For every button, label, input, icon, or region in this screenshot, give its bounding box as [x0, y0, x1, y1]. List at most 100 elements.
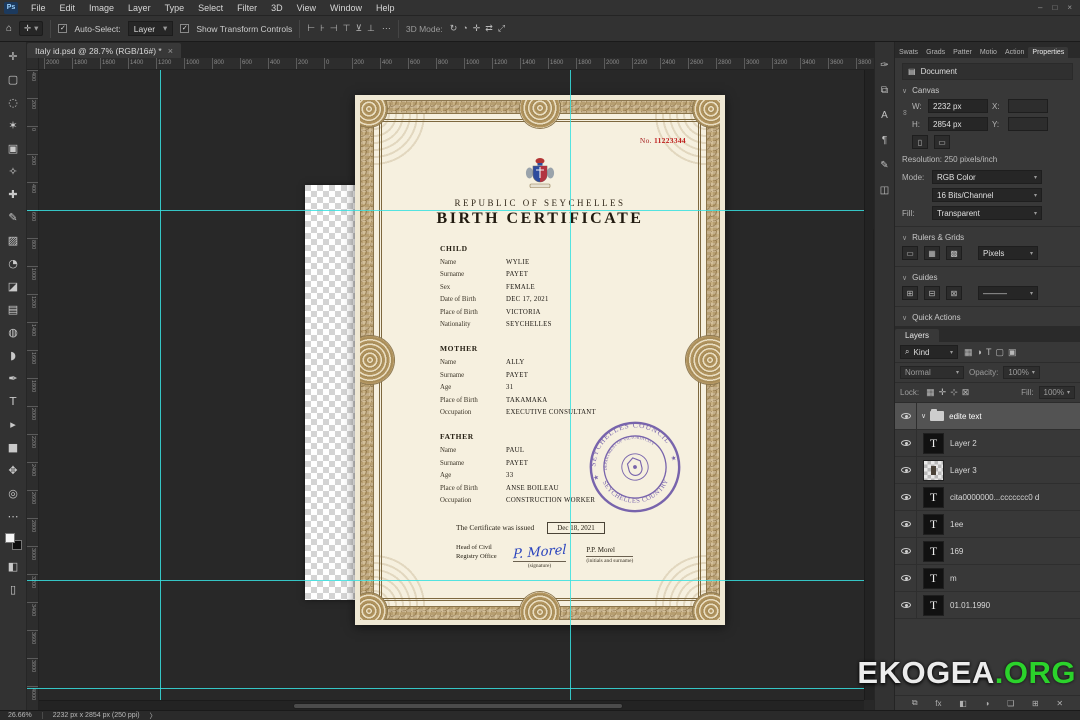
layer-visibility-toggle[interactable]	[895, 565, 917, 591]
quick-selection-tool[interactable]: ✶	[1, 114, 25, 137]
add-guide-icon[interactable]: ⊞	[902, 286, 918, 300]
height-field[interactable]: 2854 px	[928, 117, 988, 131]
more-tools[interactable]: ⋯	[1, 505, 25, 528]
panel-tab[interactable]: Patter	[949, 47, 976, 58]
blend-mode-dropdown[interactable]: Normal ▾	[900, 366, 964, 379]
group-expand-caret[interactable]: ∨	[921, 412, 926, 420]
shape-tool[interactable]: ■	[1, 436, 25, 459]
layer-row[interactable]: ∨ 169	[895, 538, 1080, 565]
guide-horizontal[interactable]	[27, 580, 874, 581]
window-control-button[interactable]: □	[1052, 3, 1057, 12]
pixel-filter-icon[interactable]: ▦	[964, 347, 973, 358]
healing-brush-tool[interactable]: ✚	[1, 183, 25, 206]
blur-tool[interactable]: ◍	[1, 321, 25, 344]
zoom-tool[interactable]: ◎	[1, 482, 25, 505]
3d-roll-icon[interactable]: ◔	[462, 23, 467, 34]
bit-depth-dropdown[interactable]: 16 Bits/Channel ▾	[932, 188, 1042, 202]
glyphs-panel-icon[interactable]: ✎	[880, 160, 888, 171]
type-filter-icon[interactable]: T	[986, 347, 992, 358]
layer-visibility-toggle[interactable]	[895, 592, 917, 618]
layer-row[interactable]: ∨ Layer 3	[895, 457, 1080, 484]
width-field[interactable]: 2232 px	[928, 99, 988, 113]
rulers-grids-section-header[interactable]: ∨ Rulers & Grids	[902, 233, 1073, 242]
close-icon[interactable]: ×	[168, 46, 173, 56]
menu-item[interactable]: View	[290, 0, 323, 16]
window-control-button[interactable]: ×	[1067, 3, 1072, 12]
layer-visibility-toggle[interactable]	[895, 538, 917, 564]
properties-document-header[interactable]: ▤ Document	[902, 63, 1073, 80]
shape-filter-icon[interactable]: ▢	[995, 347, 1004, 358]
link-dimensions-icon[interactable]: ∞	[900, 110, 909, 116]
lock-position-icon[interactable]: ⊹	[950, 387, 958, 398]
3d-drag-icon[interactable]: ✛	[473, 23, 481, 34]
vertical-scrollbar[interactable]	[864, 70, 874, 700]
screen-mode-button[interactable]: ▯	[1, 578, 25, 601]
dodge-tool[interactable]: ◗	[1, 344, 25, 367]
panel-tab[interactable]: Properties	[1028, 47, 1069, 58]
move-tool[interactable]: ✛	[1, 45, 25, 68]
3d-rotate-icon[interactable]: ↻	[450, 23, 458, 34]
eyedropper-tool[interactable]: ✧	[1, 160, 25, 183]
new-group-icon[interactable]: ❑	[1007, 699, 1014, 708]
zoom-level-field[interactable]: 26.66%	[8, 712, 32, 719]
align-left-icon[interactable]: ⊢	[307, 23, 315, 34]
layer-row[interactable]: ∨ cita0000000...ccccccc0 d	[895, 484, 1080, 511]
guide-vertical[interactable]	[160, 70, 161, 710]
menu-item[interactable]: File	[24, 0, 53, 16]
foreground-color-swatch[interactable]	[4, 533, 15, 543]
quick-actions-section-header[interactable]: ∨ Quick Actions	[902, 313, 1073, 322]
layer-mask-icon[interactable]: ◧	[959, 699, 967, 708]
lock-transparency-icon[interactable]: ▦	[926, 387, 935, 398]
paragraph-panel-icon[interactable]: ¶	[882, 135, 887, 146]
panel-tab[interactable]: Action	[1001, 47, 1028, 58]
align-center-h-icon[interactable]: ⊦	[320, 23, 325, 34]
guide-horizontal[interactable]	[27, 688, 874, 689]
home-icon[interactable]: ⌂	[6, 23, 12, 34]
guide-style-dropdown[interactable]: ——— ▾	[978, 286, 1038, 300]
lock-all-icon[interactable]: ⊠	[962, 387, 970, 398]
link-layers-icon[interactable]: ⧉	[912, 698, 918, 708]
smart-object-filter-icon[interactable]: ▣	[1008, 347, 1017, 358]
menu-item[interactable]: Select	[191, 0, 230, 16]
landscape-orientation-button[interactable]: ▭	[934, 135, 950, 149]
units-dropdown[interactable]: Pixels ▾	[978, 246, 1038, 260]
menu-item[interactable]: Edit	[53, 0, 83, 16]
adjustment-layer-icon[interactable]: ◑	[985, 699, 990, 708]
grid-toggle-icon[interactable]: ▦	[924, 246, 940, 260]
layer-effects-icon[interactable]: fx	[935, 699, 941, 708]
align-bottom-icon[interactable]: ⊥	[367, 23, 375, 34]
marquee-tool[interactable]: ▢	[1, 68, 25, 91]
canvas-section-header[interactable]: ∨ Canvas	[902, 86, 1073, 95]
scrollbar-thumb[interactable]	[873, 227, 874, 480]
menu-item[interactable]: Layer	[121, 0, 158, 16]
show-transform-checkbox[interactable]: ✓	[180, 24, 190, 33]
color-swatches[interactable]	[4, 533, 22, 550]
character-panel-icon[interactable]: A	[881, 110, 888, 121]
3d-scale-icon[interactable]: ⤢	[498, 23, 505, 34]
layer-row[interactable]: ∨ 1ee	[895, 511, 1080, 538]
path-selection-tool[interactable]: ▸	[1, 413, 25, 436]
auto-select-target-dropdown[interactable]: Layer ▾	[127, 21, 174, 36]
color-mode-dropdown[interactable]: RGB Color ▾	[932, 170, 1042, 184]
tab-layers[interactable]: Layers	[895, 329, 940, 342]
quick-mask-button[interactable]: ◧	[1, 555, 25, 578]
align-top-icon[interactable]: ⊤	[343, 23, 351, 34]
eraser-tool[interactable]: ◪	[1, 275, 25, 298]
portrait-orientation-button[interactable]: ▯	[912, 135, 928, 149]
3d-slide-icon[interactable]: ⇄	[485, 23, 493, 34]
lasso-tool[interactable]: ◌	[1, 91, 25, 114]
layer-visibility-toggle[interactable]	[895, 457, 917, 483]
more-options-icon[interactable]: ⋯	[382, 23, 391, 34]
brush-tool[interactable]: ✎	[1, 206, 25, 229]
history-brush-tool[interactable]: ◔	[1, 252, 25, 275]
clone-source-icon[interactable]: ⧉	[881, 85, 888, 96]
panel-tab[interactable]: Swats	[895, 47, 922, 58]
layer-row[interactable]: ∨ Layer 2	[895, 430, 1080, 457]
libraries-panel-icon[interactable]: ◫	[880, 185, 889, 196]
lock-pixels-icon[interactable]: ✛	[939, 387, 947, 398]
window-control-button[interactable]: –	[1038, 3, 1042, 12]
clear-guides-icon[interactable]: ⊠	[946, 286, 962, 300]
guide-horizontal[interactable]	[27, 210, 874, 211]
canvas[interactable]: 400 200 0 200 400 600 800 1000 1200 1400 1600 1800 2…	[27, 70, 874, 710]
fill-field[interactable]: 100% ▾	[1038, 386, 1075, 399]
